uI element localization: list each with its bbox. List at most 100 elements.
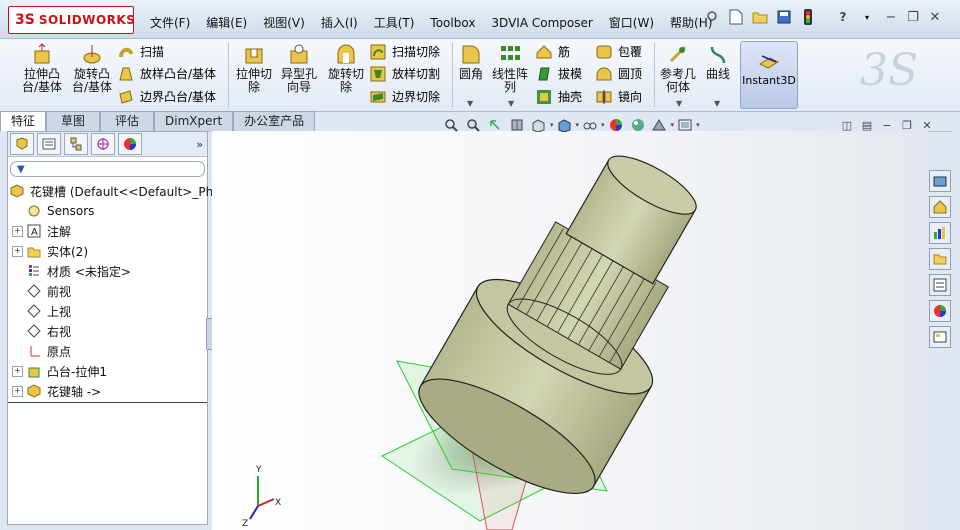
chevron-down-icon[interactable]: ▾ <box>550 121 554 129</box>
expand-toggle-icon[interactable]: + <box>12 365 23 377</box>
view-settings-icon[interactable] <box>677 117 693 133</box>
chevron-down-icon[interactable]: ▼ <box>508 99 514 108</box>
minimize-icon[interactable]: − <box>878 118 896 132</box>
boundary-cut-button[interactable]: 边界切除 <box>370 88 440 105</box>
view-orientation-icon[interactable] <box>531 117 547 133</box>
zoom-to-fit-icon[interactable] <box>443 117 459 133</box>
chevron-down-icon[interactable]: ▼ <box>676 99 682 108</box>
extrude-cut-button[interactable]: 拉伸切 除 <box>234 43 274 94</box>
close-icon[interactable]: ✕ <box>918 118 936 132</box>
tab-sketch[interactable]: 草图 <box>46 111 101 131</box>
restore-icon[interactable]: ❐ <box>903 8 923 26</box>
close-icon[interactable]: ✕ <box>925 8 945 26</box>
folder-icon[interactable] <box>929 248 951 270</box>
zoom-to-area-icon[interactable] <box>465 117 481 133</box>
rib-button[interactable]: 筋 <box>536 43 570 60</box>
tree-item-6[interactable]: 右视 <box>8 321 207 341</box>
instant3d-button[interactable]: Instant3D <box>740 41 798 109</box>
section-view-icon[interactable] <box>509 117 525 133</box>
menu-edit[interactable]: 编辑(E) <box>198 12 255 34</box>
tree-item-0[interactable]: Sensors <box>8 201 207 221</box>
view-palette-icon[interactable] <box>929 274 951 296</box>
menu-insert[interactable]: 插入(I) <box>313 12 366 34</box>
design-library-icon[interactable] <box>929 196 951 218</box>
fillet-button[interactable]: 圆角 <box>456 43 486 81</box>
solidworks-resources-icon[interactable] <box>929 170 951 192</box>
chevron-down-icon[interactable]: ▾ <box>696 121 700 129</box>
restore-icon[interactable]: ❐ <box>898 118 916 132</box>
tree-item-5[interactable]: 上视 <box>8 301 207 321</box>
pin-icon[interactable] <box>703 8 721 26</box>
open-folder-icon[interactable] <box>751 8 769 26</box>
previous-view-icon[interactable] <box>487 117 503 133</box>
expand-toggle-icon[interactable]: + <box>12 385 23 397</box>
solidworks-logo[interactable]: 3S SOLIDWORKS <box>8 6 135 34</box>
menu-window[interactable]: 窗口(W) <box>601 12 662 34</box>
dome-button[interactable]: 圆顶 <box>596 65 642 82</box>
tree-item-1[interactable]: + A 注解 <box>8 221 207 241</box>
configuration-manager-icon[interactable] <box>64 133 88 155</box>
tree-item-7[interactable]: 原点 <box>8 341 207 361</box>
tab-features[interactable]: 特征 <box>0 111 47 131</box>
tree-filter[interactable]: ▼ <box>10 161 205 177</box>
tree-item-4[interactable]: 前视 <box>8 281 207 301</box>
edit-appearance-icon[interactable] <box>608 117 624 133</box>
shell-button[interactable]: 抽壳 <box>536 88 582 105</box>
curves-button[interactable]: 曲线 <box>702 43 734 81</box>
expand-toggle-icon[interactable]: + <box>12 225 23 237</box>
boundary-boss-button[interactable]: 边界凸台/基体 <box>118 88 216 105</box>
chevron-down-icon[interactable]: ▾ <box>576 121 580 129</box>
menu-3dvia-composer[interactable]: 3DVIA Composer <box>483 12 600 34</box>
revolve-boss-button[interactable]: 旋转凸 台/基体 <box>70 43 114 94</box>
mirror-button[interactable]: 镜向 <box>596 88 642 105</box>
help-icon[interactable]: ? <box>834 8 852 26</box>
display-style-icon[interactable] <box>557 117 573 133</box>
custom-properties-icon[interactable] <box>929 326 951 348</box>
tree-item-2[interactable]: + 实体(2) <box>8 241 207 261</box>
tile-vertical-icon[interactable]: ▤ <box>858 118 876 132</box>
extrude-boss-button[interactable]: 拉伸凸 台/基体 <box>20 43 64 94</box>
lofted-cut-button[interactable]: 放样切割 <box>370 65 440 82</box>
tree-item-9[interactable]: + 花键轴 -> <box>8 381 207 401</box>
tree-item-3[interactable]: 材质 <未指定> <box>8 261 207 281</box>
appearances-icon[interactable] <box>929 300 951 322</box>
tab-office-products[interactable]: 办公室产品 <box>233 111 316 131</box>
tab-dimxpert[interactable]: DimXpert <box>154 111 234 131</box>
menu-file[interactable]: 文件(F) <box>142 12 198 34</box>
swept-cut-button[interactable]: 扫描切除 <box>370 43 440 60</box>
save-icon[interactable] <box>775 8 793 26</box>
chevron-down-icon[interactable]: ▼ <box>714 99 720 108</box>
menu-view[interactable]: 视图(V) <box>255 12 313 34</box>
chevron-down-icon[interactable]: ▾ <box>601 121 605 129</box>
tile-horizontal-icon[interactable]: ◫ <box>838 118 856 132</box>
loft-boss-button[interactable]: 放样凸台/基体 <box>118 65 216 82</box>
hole-wizard-button[interactable]: 异型孔 向导 <box>278 43 320 94</box>
file-explorer-icon[interactable] <box>929 222 951 244</box>
feature-tree-icon[interactable] <box>10 133 34 155</box>
render-tools-icon[interactable] <box>651 117 668 133</box>
chevron-down-icon[interactable]: ▼ <box>467 99 473 108</box>
new-document-icon[interactable] <box>727 8 745 26</box>
reference-geometry-button[interactable]: 参考几 何体 <box>658 43 698 94</box>
expand-toggle-icon[interactable]: + <box>12 245 23 257</box>
wrap-button[interactable]: 包覆 <box>596 43 642 60</box>
menu-tools[interactable]: 工具(T) <box>366 12 423 34</box>
chevron-down-icon[interactable]: ▾ <box>858 8 876 26</box>
graphics-area[interactable]: Y X Z <box>212 131 928 530</box>
property-manager-icon[interactable] <box>37 133 61 155</box>
chevron-down-icon[interactable]: ▾ <box>671 121 675 129</box>
display-manager-icon[interactable] <box>118 133 142 155</box>
tab-evaluate[interactable]: 评估 <box>100 111 155 131</box>
expand-panel-icon[interactable]: » <box>196 138 203 151</box>
apply-scene-icon[interactable] <box>630 117 646 133</box>
tree-item-8[interactable]: + 凸台-拉伸1 <box>8 361 207 381</box>
minimize-icon[interactable]: − <box>881 8 901 26</box>
menu-toolbox[interactable]: Toolbox <box>422 12 483 34</box>
linear-pattern-button[interactable]: 线性阵 列 <box>490 43 530 94</box>
dimxpert-manager-icon[interactable] <box>91 133 115 155</box>
draft-button[interactable]: 拔模 <box>536 65 582 82</box>
tree-root[interactable]: 花键槽 (Default<<Default>_Ph <box>8 181 213 201</box>
revolve-cut-button[interactable]: 旋转切 除 <box>326 43 366 94</box>
hide-show-items-icon[interactable] <box>582 117 598 133</box>
sweep-button[interactable]: 扫描 <box>118 43 164 60</box>
